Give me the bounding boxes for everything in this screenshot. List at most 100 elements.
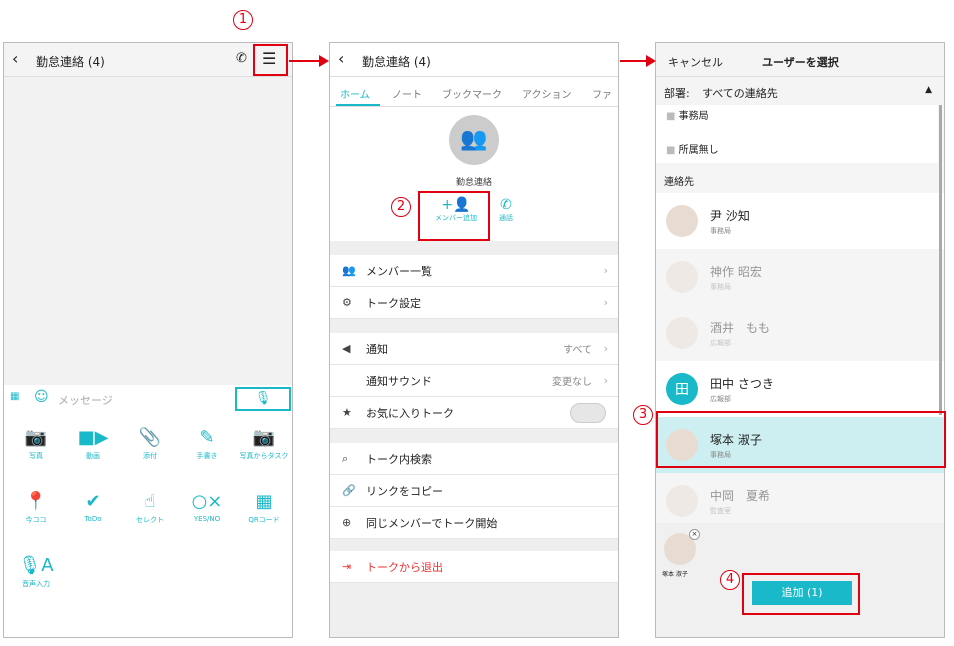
back-icon[interactable]: ‹ [338, 49, 344, 68]
tab-note[interactable]: ノート [392, 86, 422, 101]
speaker-icon: ◀ [342, 342, 351, 355]
step-2-marker: 2 [391, 197, 411, 217]
exit-icon: ⇥ [342, 560, 352, 573]
highlight-menu [253, 44, 288, 76]
folder-label: 事務局 [678, 111, 709, 122]
contact-item[interactable]: 中岡 夏希 監査室 [656, 473, 944, 529]
back-icon[interactable]: ‹ [12, 49, 18, 68]
step-3-marker: 3 [633, 405, 653, 425]
tool-select-finger[interactable]: ☝ セレクト [122, 489, 178, 525]
remove-icon[interactable]: × [689, 529, 700, 540]
row-label: メンバー一覧 [366, 264, 432, 278]
emoji-icon[interactable]: ☺ [34, 389, 49, 405]
tool-camera[interactable]: 📷 写真 [8, 425, 64, 461]
phone-icon: ✆ [500, 197, 512, 213]
row-label: 通知サウンド [366, 374, 432, 388]
row-label: 通知 [366, 342, 388, 356]
chat-screen: ‹ 勤怠連絡 (4) ✆ ☰ ▦ ☺ メッセージ 🎙 📷 写真 ■▶ 動画 📎 添付 ✎ 手書… [3, 42, 293, 638]
dept-label: 部署: [664, 87, 690, 100]
search-in-talk-row[interactable]: ⌕ トーク内検索 [330, 443, 618, 475]
pen-icon: ✎ [199, 427, 215, 448]
row-label: トーク内検索 [366, 452, 432, 466]
contact-name: 中岡 夏希 [710, 488, 771, 503]
contact-item[interactable]: 田田中 さつき 広報部 [656, 361, 944, 417]
keypad-icon[interactable]: ▦ [10, 391, 19, 402]
folder-label: 所属無し [678, 145, 719, 156]
tool-video[interactable]: ■▶ 動画 [65, 425, 121, 461]
notification-sound-row[interactable]: 通知サウンド 変更なし › [330, 365, 618, 397]
notification-row[interactable]: ◀ 通知 すべて › [330, 333, 618, 365]
menu-title: 勤怠連絡 (4) [362, 55, 431, 69]
contact-item[interactable]: 神作 昭宏 事務局 [656, 249, 944, 305]
mic-button[interactable]: 🎙 [235, 387, 291, 411]
step-4-marker: 4 [720, 570, 740, 590]
contact-dept: 事務局 [710, 226, 731, 235]
scrollbar[interactable] [939, 105, 942, 415]
qr-code-icon: ▦ [255, 491, 273, 512]
contact-item[interactable]: 尹 沙知 事務局 [656, 193, 944, 249]
contact-dept: 事務局 [710, 282, 731, 291]
chat-title: 勤怠連絡 (4) [36, 55, 105, 69]
gear-icon: ⚙ [342, 296, 352, 309]
tool-label: QRコード [248, 516, 280, 524]
avatar: 田 [666, 373, 698, 405]
tab-bar: ホーム ノート ブックマーク アクション ファ [330, 77, 618, 107]
department-filter[interactable]: 部署: すべての連絡先 ▲ [656, 77, 944, 105]
tool-yes-no[interactable]: ○× YES/NO [179, 489, 235, 523]
step-1-marker: 1 [233, 10, 253, 30]
tool-label: 写真からタスク [239, 452, 289, 460]
tool-voice-input[interactable]: 🎙A 音声入力 [8, 553, 64, 589]
start-talk-same-members-row[interactable]: ⊕ 同じメンバーでトーク開始 [330, 507, 618, 539]
copy-link-row[interactable]: 🔗 リンクをコピー [330, 475, 618, 507]
contact-dept: 監査室 [710, 506, 731, 515]
star-icon: ★ [342, 406, 352, 419]
highlight-add-button [742, 573, 860, 615]
folder-item[interactable]: ■ 所属無し [666, 141, 719, 156]
call-button[interactable]: ✆ 通話 [490, 197, 522, 223]
chat-header: ‹ 勤怠連絡 (4) ✆ ☰ [4, 43, 292, 77]
chat-plus-icon: ⊕ [342, 516, 352, 529]
highlight-add-member [418, 191, 490, 241]
tool-pen[interactable]: ✎ 手書き [179, 425, 235, 461]
contact-dept: 広報部 [710, 394, 731, 403]
tool-label: セレクト [136, 516, 164, 524]
tool-paperclip[interactable]: 📎 添付 [122, 425, 178, 461]
cancel-button[interactable]: キャンセル [668, 54, 723, 70]
row-value: 変更なし [552, 377, 592, 388]
contact-name: 神作 昭宏 [710, 264, 762, 279]
tab-home[interactable]: ホーム [340, 86, 370, 101]
contact-name: 酒井 もも [710, 320, 771, 335]
chat-area [4, 77, 292, 385]
voice-input-icon: 🎙A [18, 555, 54, 576]
phone-icon[interactable]: ✆ [236, 51, 247, 66]
favorite-toggle[interactable] [570, 403, 606, 423]
caret-up-icon: ▲ [925, 85, 932, 95]
tab-bookmark[interactable]: ブックマーク [442, 86, 502, 101]
chevron-right-icon: › [603, 374, 608, 387]
camera-icon: 📷 [24, 427, 48, 448]
leave-talk-row[interactable]: ⇥ トークから退出 [330, 551, 618, 583]
member-list-row[interactable]: 👥 メンバー一覧 › [330, 255, 618, 287]
message-input[interactable]: メッセージ [58, 392, 113, 408]
tool-label: 動画 [86, 452, 100, 460]
contact-item[interactable]: 酒井 もも 広報部 [656, 305, 944, 361]
row-label: リンクをコピー [366, 484, 443, 498]
tool-todo-check[interactable]: ✔ ToDo [65, 489, 121, 523]
location-pin-icon: 📍 [24, 491, 48, 512]
row-label: 同じメンバーでトーク開始 [366, 516, 498, 530]
tool-location-pin[interactable]: 📍 今ココ [8, 489, 64, 525]
row-value: すべて [563, 345, 592, 356]
contact-dept: 広報部 [710, 338, 731, 347]
talk-settings-row[interactable]: ⚙ トーク設定 › [330, 287, 618, 319]
select-header: キャンセル ユーザーを選択 [656, 43, 944, 77]
group-avatar-icon: 👥 [449, 115, 499, 165]
tab-file[interactable]: ファ [592, 86, 612, 101]
folder-list: ■ 事務局 ■ 所属無し [656, 105, 938, 163]
tool-qr-code[interactable]: ▦ QRコード [236, 489, 292, 525]
tool-camera-task[interactable]: 📷 写真からタスク [236, 425, 292, 461]
tab-action[interactable]: アクション [522, 86, 572, 101]
avatar [666, 317, 698, 349]
folder-item[interactable]: ■ 事務局 [666, 107, 709, 122]
camera-task-icon: 📷 [252, 427, 276, 448]
arrow-right-icon [289, 55, 329, 67]
